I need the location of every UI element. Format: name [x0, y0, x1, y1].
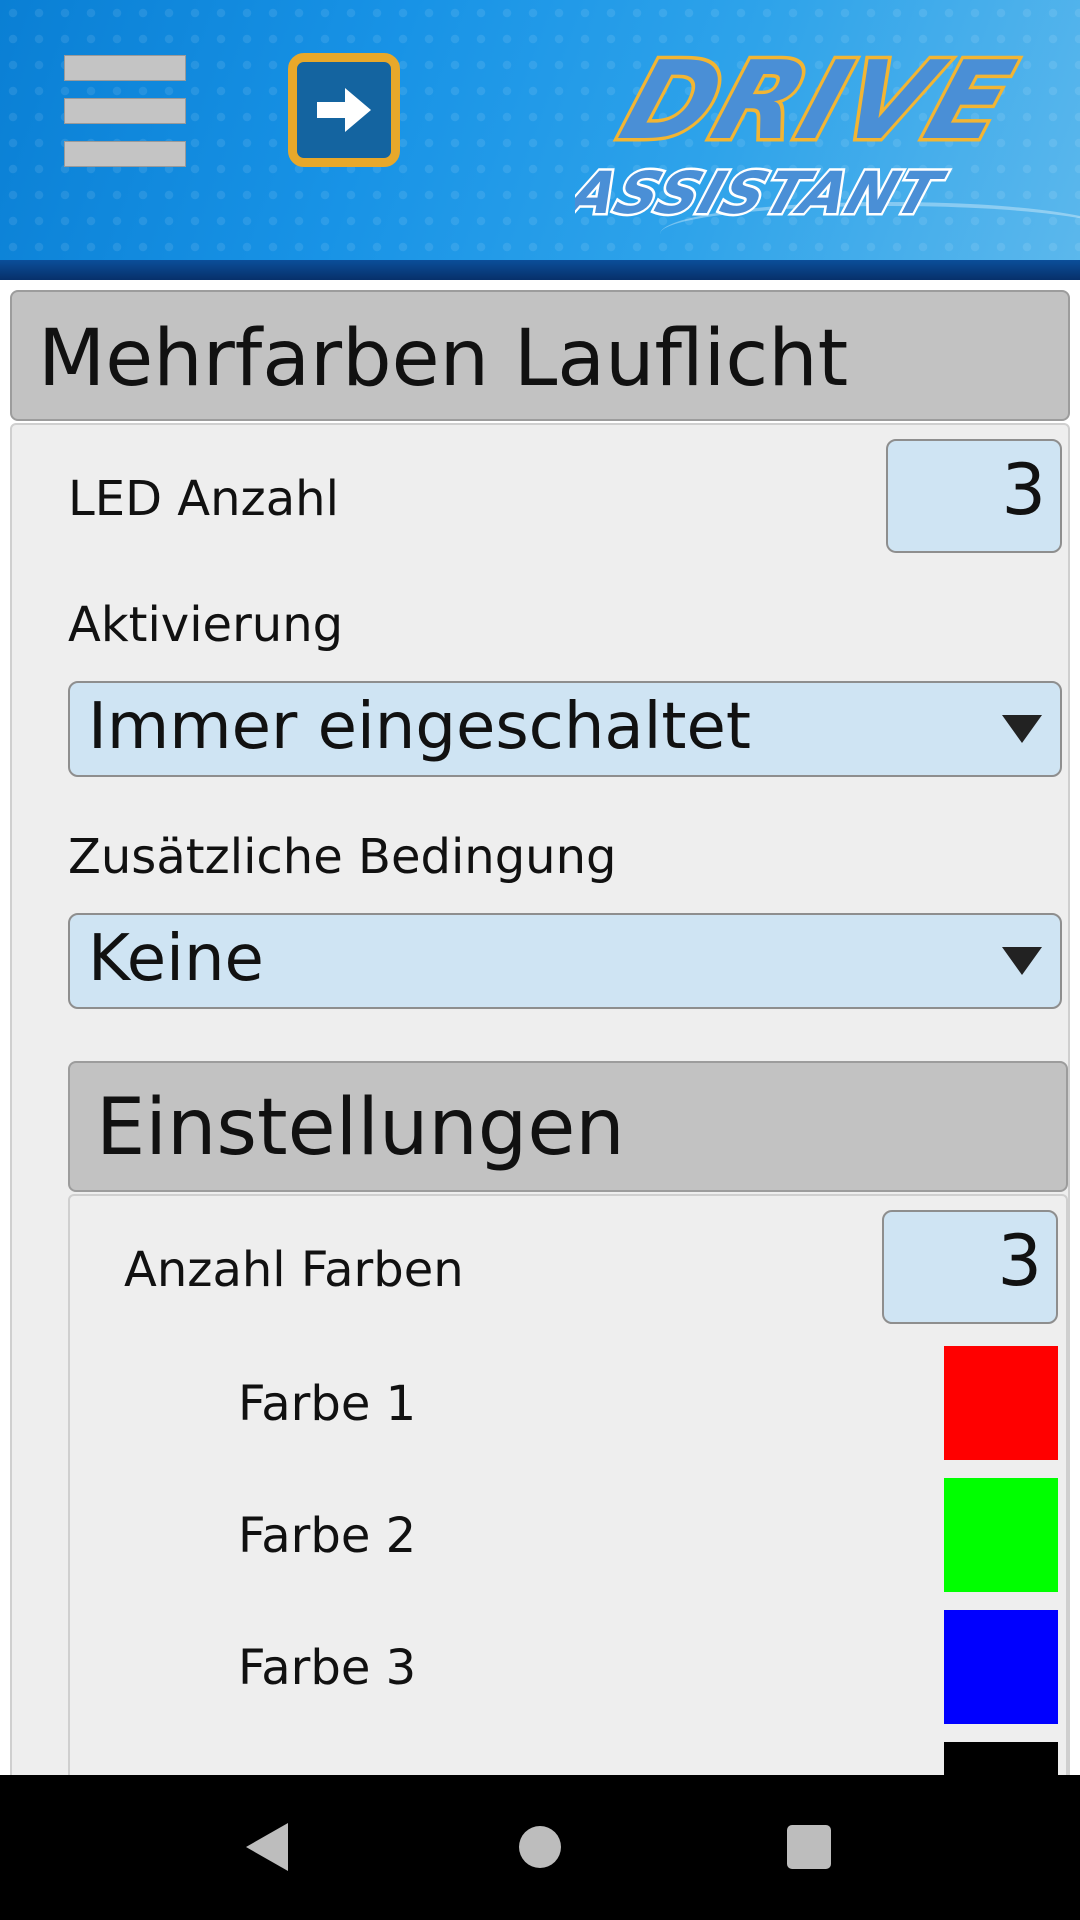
- recents-square-icon[interactable]: [786, 1821, 832, 1873]
- arrow-right-icon[interactable]: [288, 53, 400, 167]
- color-1-label: Farbe 1: [238, 1376, 417, 1432]
- activation-select[interactable]: Immer eingeschaltet: [68, 681, 1062, 777]
- header-band: [0, 260, 1080, 280]
- section-header[interactable]: Mehrfarben Lauflicht: [10, 290, 1070, 421]
- condition-select[interactable]: Keine: [68, 913, 1062, 1009]
- color-count-label: Anzahl Farben: [124, 1242, 464, 1298]
- color-4-swatch[interactable]: [944, 1742, 1058, 1775]
- color-3-label: Farbe 3: [238, 1640, 417, 1696]
- settings-panel: Anzahl Farben 3 Farbe 1 Farbe 2 Farbe 3: [68, 1194, 1068, 1775]
- logo-line2: ASSISTANT: [575, 160, 952, 227]
- app-header: DRIVE ASSISTANT: [0, 0, 1080, 280]
- condition-label: Zusätzliche Bedingung: [68, 829, 617, 885]
- color-count-input[interactable]: 3: [882, 1210, 1058, 1324]
- color-1-swatch[interactable]: [944, 1346, 1058, 1460]
- section-title: Mehrfarben Lauflicht: [38, 314, 849, 404]
- led-count-label: LED Anzahl: [68, 471, 339, 527]
- settings-header[interactable]: Einstellungen: [68, 1061, 1068, 1192]
- color-3-swatch[interactable]: [944, 1610, 1058, 1724]
- content-area: Mehrfarben Lauflicht LED Anzahl 3 Aktivi…: [0, 280, 1080, 1775]
- activation-value: Immer eingeschaltet: [88, 690, 751, 764]
- home-circle-icon[interactable]: [518, 1821, 562, 1873]
- section-panel: LED Anzahl 3 Aktivierung Immer eingescha…: [10, 423, 1070, 1775]
- color-2-swatch[interactable]: [944, 1478, 1058, 1592]
- system-nav-bar: [0, 1775, 1080, 1920]
- hamburger-menu-icon[interactable]: [64, 55, 186, 167]
- settings-title: Einstellungen: [96, 1083, 625, 1173]
- logo-line1: DRIVE: [607, 48, 1028, 164]
- condition-value: Keine: [88, 922, 264, 996]
- dropdown-arrow-icon: [1002, 947, 1042, 975]
- led-count-input[interactable]: 3: [886, 439, 1062, 553]
- activation-label: Aktivierung: [68, 597, 344, 653]
- dropdown-arrow-icon: [1002, 715, 1042, 743]
- drive-assistant-logo: DRIVE ASSISTANT: [575, 48, 1045, 228]
- back-triangle-icon[interactable]: [244, 1821, 290, 1873]
- color-2-label: Farbe 2: [238, 1508, 417, 1564]
